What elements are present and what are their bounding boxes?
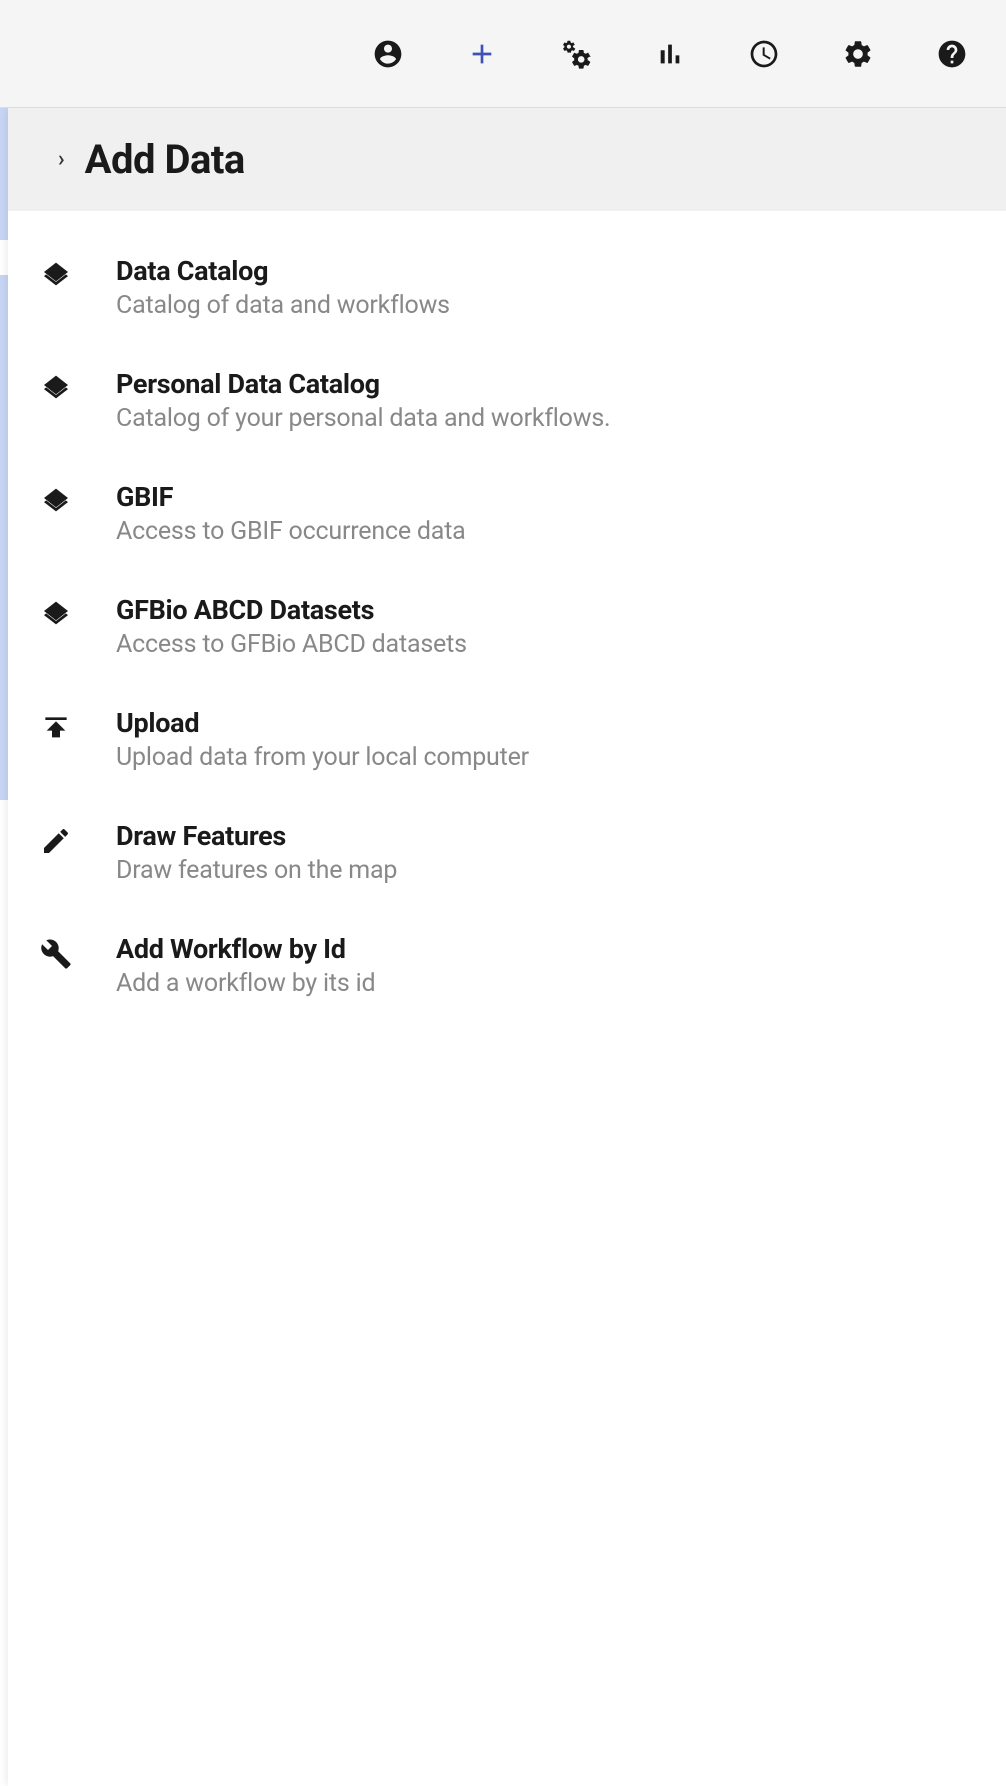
item-title: Upload <box>116 707 976 739</box>
add-icon[interactable] <box>458 30 506 78</box>
item-desc: Access to GBIF occurrence data <box>116 517 976 546</box>
panel-header: › Add Data <box>8 108 1006 211</box>
layers-icon <box>38 371 74 407</box>
list-item-upload[interactable]: Upload Upload data from your local compu… <box>8 683 1006 796</box>
item-title: Draw Features <box>116 820 976 852</box>
item-title: GBIF <box>116 481 976 513</box>
help-icon[interactable] <box>928 30 976 78</box>
item-title: Data Catalog <box>116 255 976 287</box>
item-desc: Catalog of your personal data and workfl… <box>116 404 976 433</box>
layers-icon <box>38 484 74 520</box>
account-icon[interactable] <box>364 30 412 78</box>
list-item-data-catalog[interactable]: Data Catalog Catalog of data and workflo… <box>8 231 1006 344</box>
list-item-personal-catalog[interactable]: Personal Data Catalog Catalog of your pe… <box>8 344 1006 457</box>
item-desc: Draw features on the map <box>116 856 976 885</box>
item-desc: Add a workflow by its id <box>116 969 976 998</box>
list-item-draw[interactable]: Draw Features Draw features on the map <box>8 796 1006 909</box>
list-item-gfbio[interactable]: GFBio ABCD Datasets Access to GFBio ABCD… <box>8 570 1006 683</box>
chart-icon[interactable] <box>646 30 694 78</box>
upload-icon <box>38 710 74 746</box>
list-item-workflow[interactable]: Add Workflow by Id Add a workflow by its… <box>8 909 1006 1022</box>
pencil-icon <box>38 823 74 859</box>
clock-icon[interactable] <box>740 30 788 78</box>
item-desc: Upload data from your local computer <box>116 743 976 772</box>
item-title: Add Workflow by Id <box>116 933 976 965</box>
layers-icon <box>38 597 74 633</box>
gears-icon[interactable] <box>552 30 600 78</box>
list-item-gbif[interactable]: GBIF Access to GBIF occurrence data <box>8 457 1006 570</box>
item-desc: Access to GFBio ABCD datasets <box>116 630 976 659</box>
item-title: GFBio ABCD Datasets <box>116 594 976 626</box>
chevron-right-icon[interactable]: › <box>58 147 65 172</box>
top-toolbar <box>0 0 1006 108</box>
add-data-panel: › Add Data Data Catalog Catalog of data … <box>8 108 1006 1786</box>
wrench-icon <box>38 936 74 972</box>
data-source-list: Data Catalog Catalog of data and workflo… <box>8 211 1006 1042</box>
panel-title: Add Data <box>85 136 245 183</box>
item-title: Personal Data Catalog <box>116 368 976 400</box>
item-desc: Catalog of data and workflows <box>116 291 976 320</box>
settings-icon[interactable] <box>834 30 882 78</box>
layers-icon <box>38 258 74 294</box>
